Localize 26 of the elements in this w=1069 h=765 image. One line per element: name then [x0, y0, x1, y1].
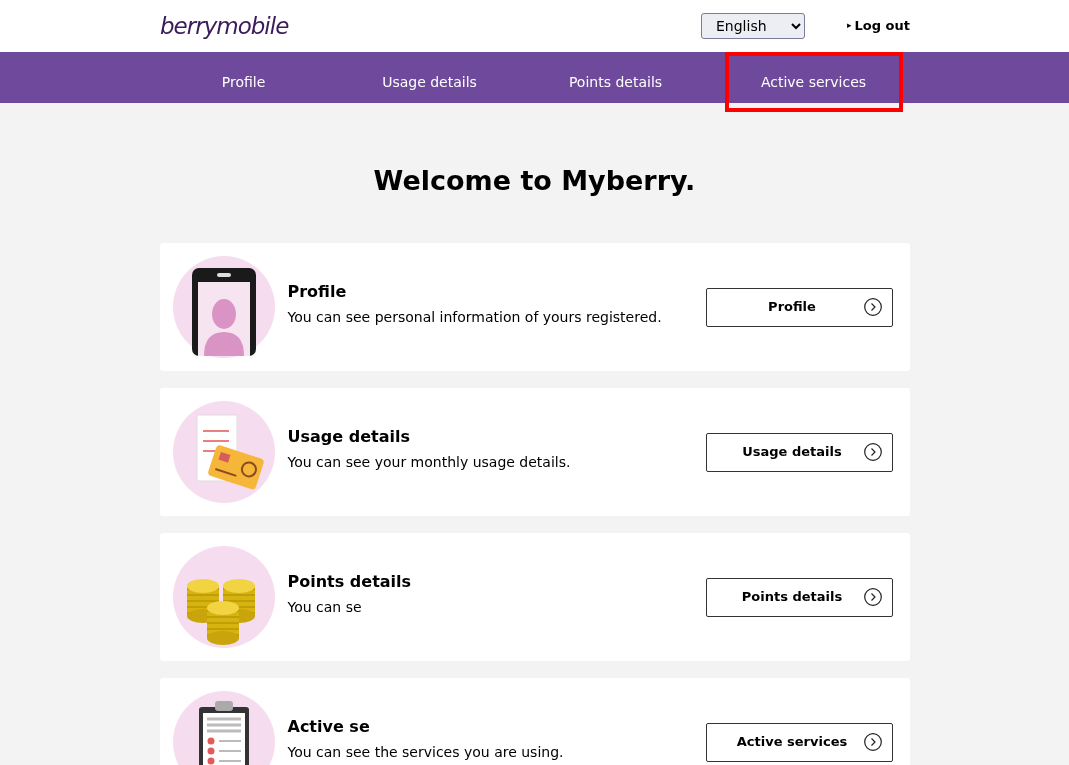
- card-title: Points details: [287, 570, 413, 593]
- chevron-circle-icon: [863, 443, 882, 461]
- nav-tab[interactable]: Points details: [526, 52, 705, 112]
- chevron-circle-icon: [863, 588, 882, 606]
- chevron-circle-icon: [863, 733, 882, 751]
- card-description: You can see personal information of yours registered.: [287, 308, 663, 325]
- page-heading: Welcome to Myberry.: [372, 164, 697, 198]
- card-title: Profile: [287, 280, 348, 303]
- nav-tab[interactable]: Usage details: [340, 52, 519, 112]
- card-description: You can see your monthly usage details.: [287, 453, 572, 470]
- nav-tab[interactable]: Active services: [724, 52, 903, 112]
- card-button[interactable]: Active services: [705, 722, 893, 762]
- triangle-icon: ▸: [847, 19, 852, 33]
- card-button[interactable]: Usage details: [705, 432, 893, 472]
- card-title: Usage details: [287, 425, 411, 448]
- card-button[interactable]: Profile: [705, 287, 893, 327]
- card-description: You can see the services you are using.: [287, 743, 565, 760]
- chevron-circle-icon: [863, 298, 882, 316]
- logout-label[interactable]: Log out: [854, 16, 910, 36]
- card-title: Active se: [287, 715, 371, 738]
- card-description: You can se: [287, 598, 363, 615]
- logout-link[interactable]: ▸ Log out: [847, 16, 910, 36]
- card-button[interactable]: Points details: [705, 577, 893, 617]
- language-select[interactable]: English: [701, 13, 805, 39]
- logo[interactable]: berrymobile: [160, 8, 289, 44]
- nav-tab[interactable]: Profile: [154, 52, 333, 112]
